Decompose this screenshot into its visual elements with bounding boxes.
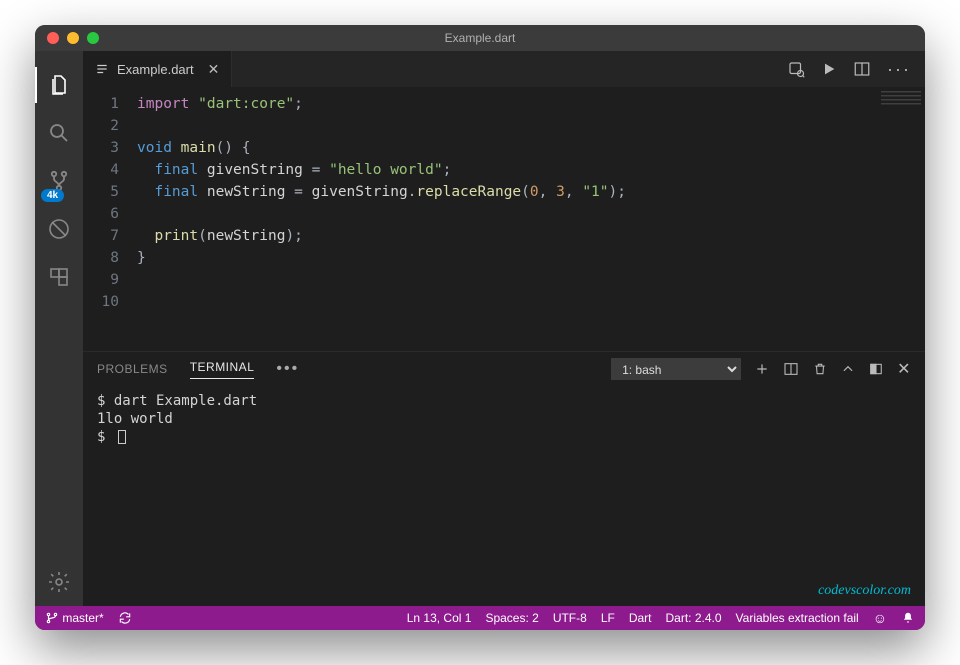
extensions-activity-button[interactable] <box>35 253 83 301</box>
editor-tabs: Example.dart ✕ ··· <box>83 51 925 87</box>
status-eol[interactable]: LF <box>601 611 615 625</box>
editor-tab-example[interactable]: Example.dart ✕ <box>83 51 232 87</box>
panel-maximize-button[interactable] <box>869 362 883 376</box>
status-sync-button[interactable] <box>118 611 132 625</box>
line-gutter: 1 2 3 4 5 6 7 8 9 10 <box>83 87 131 351</box>
debug-activity-button[interactable] <box>35 205 83 253</box>
terminal-line: 1lo world <box>97 410 911 428</box>
tab-close-button[interactable]: ✕ <box>208 61 220 78</box>
window: Example.dart 4k <box>35 25 925 630</box>
activity-bar: 4k <box>35 51 83 606</box>
git-branch-icon <box>45 611 59 625</box>
maximize-window-button[interactable] <box>87 32 99 44</box>
window-controls <box>47 32 99 44</box>
panel-tab-terminal[interactable]: TERMINAL <box>190 360 255 379</box>
minimap[interactable] <box>881 91 921 111</box>
terminal-line: $ dart Example.dart <box>97 392 911 410</box>
panel-more-button[interactable]: ••• <box>276 360 299 378</box>
status-indentation[interactable]: Spaces: 2 <box>485 611 538 625</box>
status-encoding[interactable]: UTF-8 <box>553 611 587 625</box>
new-terminal-button[interactable] <box>755 362 769 376</box>
file-lines-icon <box>95 62 109 76</box>
status-notifications-button[interactable] <box>901 611 915 626</box>
status-branch[interactable]: master* <box>45 611 104 626</box>
extensions-icon <box>47 265 71 289</box>
status-feedback-button[interactable]: ☺ <box>873 610 887 626</box>
watermark: codevscolor.com <box>818 582 911 600</box>
window-title: Example.dart <box>35 31 925 45</box>
bell-icon <box>901 611 915 625</box>
split-terminal-button[interactable] <box>783 361 799 377</box>
more-actions-icon[interactable]: ··· <box>887 59 911 80</box>
panel-header: PROBLEMS TERMINAL ••• 1: bash ✕ <box>83 352 925 386</box>
panel-tab-problems[interactable]: PROBLEMS <box>97 362 168 376</box>
panel: PROBLEMS TERMINAL ••• 1: bash ✕ <box>83 351 925 606</box>
gear-icon <box>47 570 71 594</box>
run-icon[interactable] <box>821 61 837 77</box>
kill-terminal-button[interactable] <box>813 362 827 376</box>
scm-badge: 4k <box>41 189 64 202</box>
terminal-body[interactable]: $ dart Example.dart 1lo world $ codevsco… <box>83 386 925 606</box>
search-icon <box>47 121 71 145</box>
code-editor[interactable]: 1 2 3 4 5 6 7 8 9 10 import "dart:core";… <box>83 87 925 351</box>
status-bar: master* Ln 13, Col 1 Spaces: 2 UTF-8 LF … <box>35 606 925 630</box>
status-error[interactable]: Variables extraction fail <box>736 611 859 625</box>
tab-filename: Example.dart <box>117 62 194 77</box>
settings-activity-button[interactable] <box>35 558 83 606</box>
code-content: import "dart:core"; void main() { final … <box>131 87 925 351</box>
editor-actions: ··· <box>787 51 925 87</box>
search-activity-button[interactable] <box>35 109 83 157</box>
terminal-cursor <box>118 430 126 444</box>
explorer-activity-button[interactable] <box>35 61 83 109</box>
status-language[interactable]: Dart <box>629 611 652 625</box>
minimize-window-button[interactable] <box>67 32 79 44</box>
panel-close-button[interactable]: ✕ <box>897 359 911 379</box>
scm-activity-button[interactable]: 4k <box>35 157 83 205</box>
terminal-select[interactable]: 1: bash <box>611 358 741 380</box>
titlebar: Example.dart <box>35 25 925 51</box>
split-editor-icon[interactable] <box>853 60 871 78</box>
status-sdk[interactable]: Dart: 2.4.0 <box>666 611 722 625</box>
terminal-prompt: $ <box>97 428 911 446</box>
close-window-button[interactable] <box>47 32 59 44</box>
main-area: Example.dart ✕ ··· <box>83 51 925 606</box>
status-cursor-position[interactable]: Ln 13, Col 1 <box>407 611 472 625</box>
bug-icon <box>47 217 71 241</box>
sync-icon <box>118 611 132 625</box>
debug-config-icon[interactable] <box>787 60 805 78</box>
panel-up-button[interactable] <box>841 362 855 376</box>
files-icon <box>47 73 71 97</box>
